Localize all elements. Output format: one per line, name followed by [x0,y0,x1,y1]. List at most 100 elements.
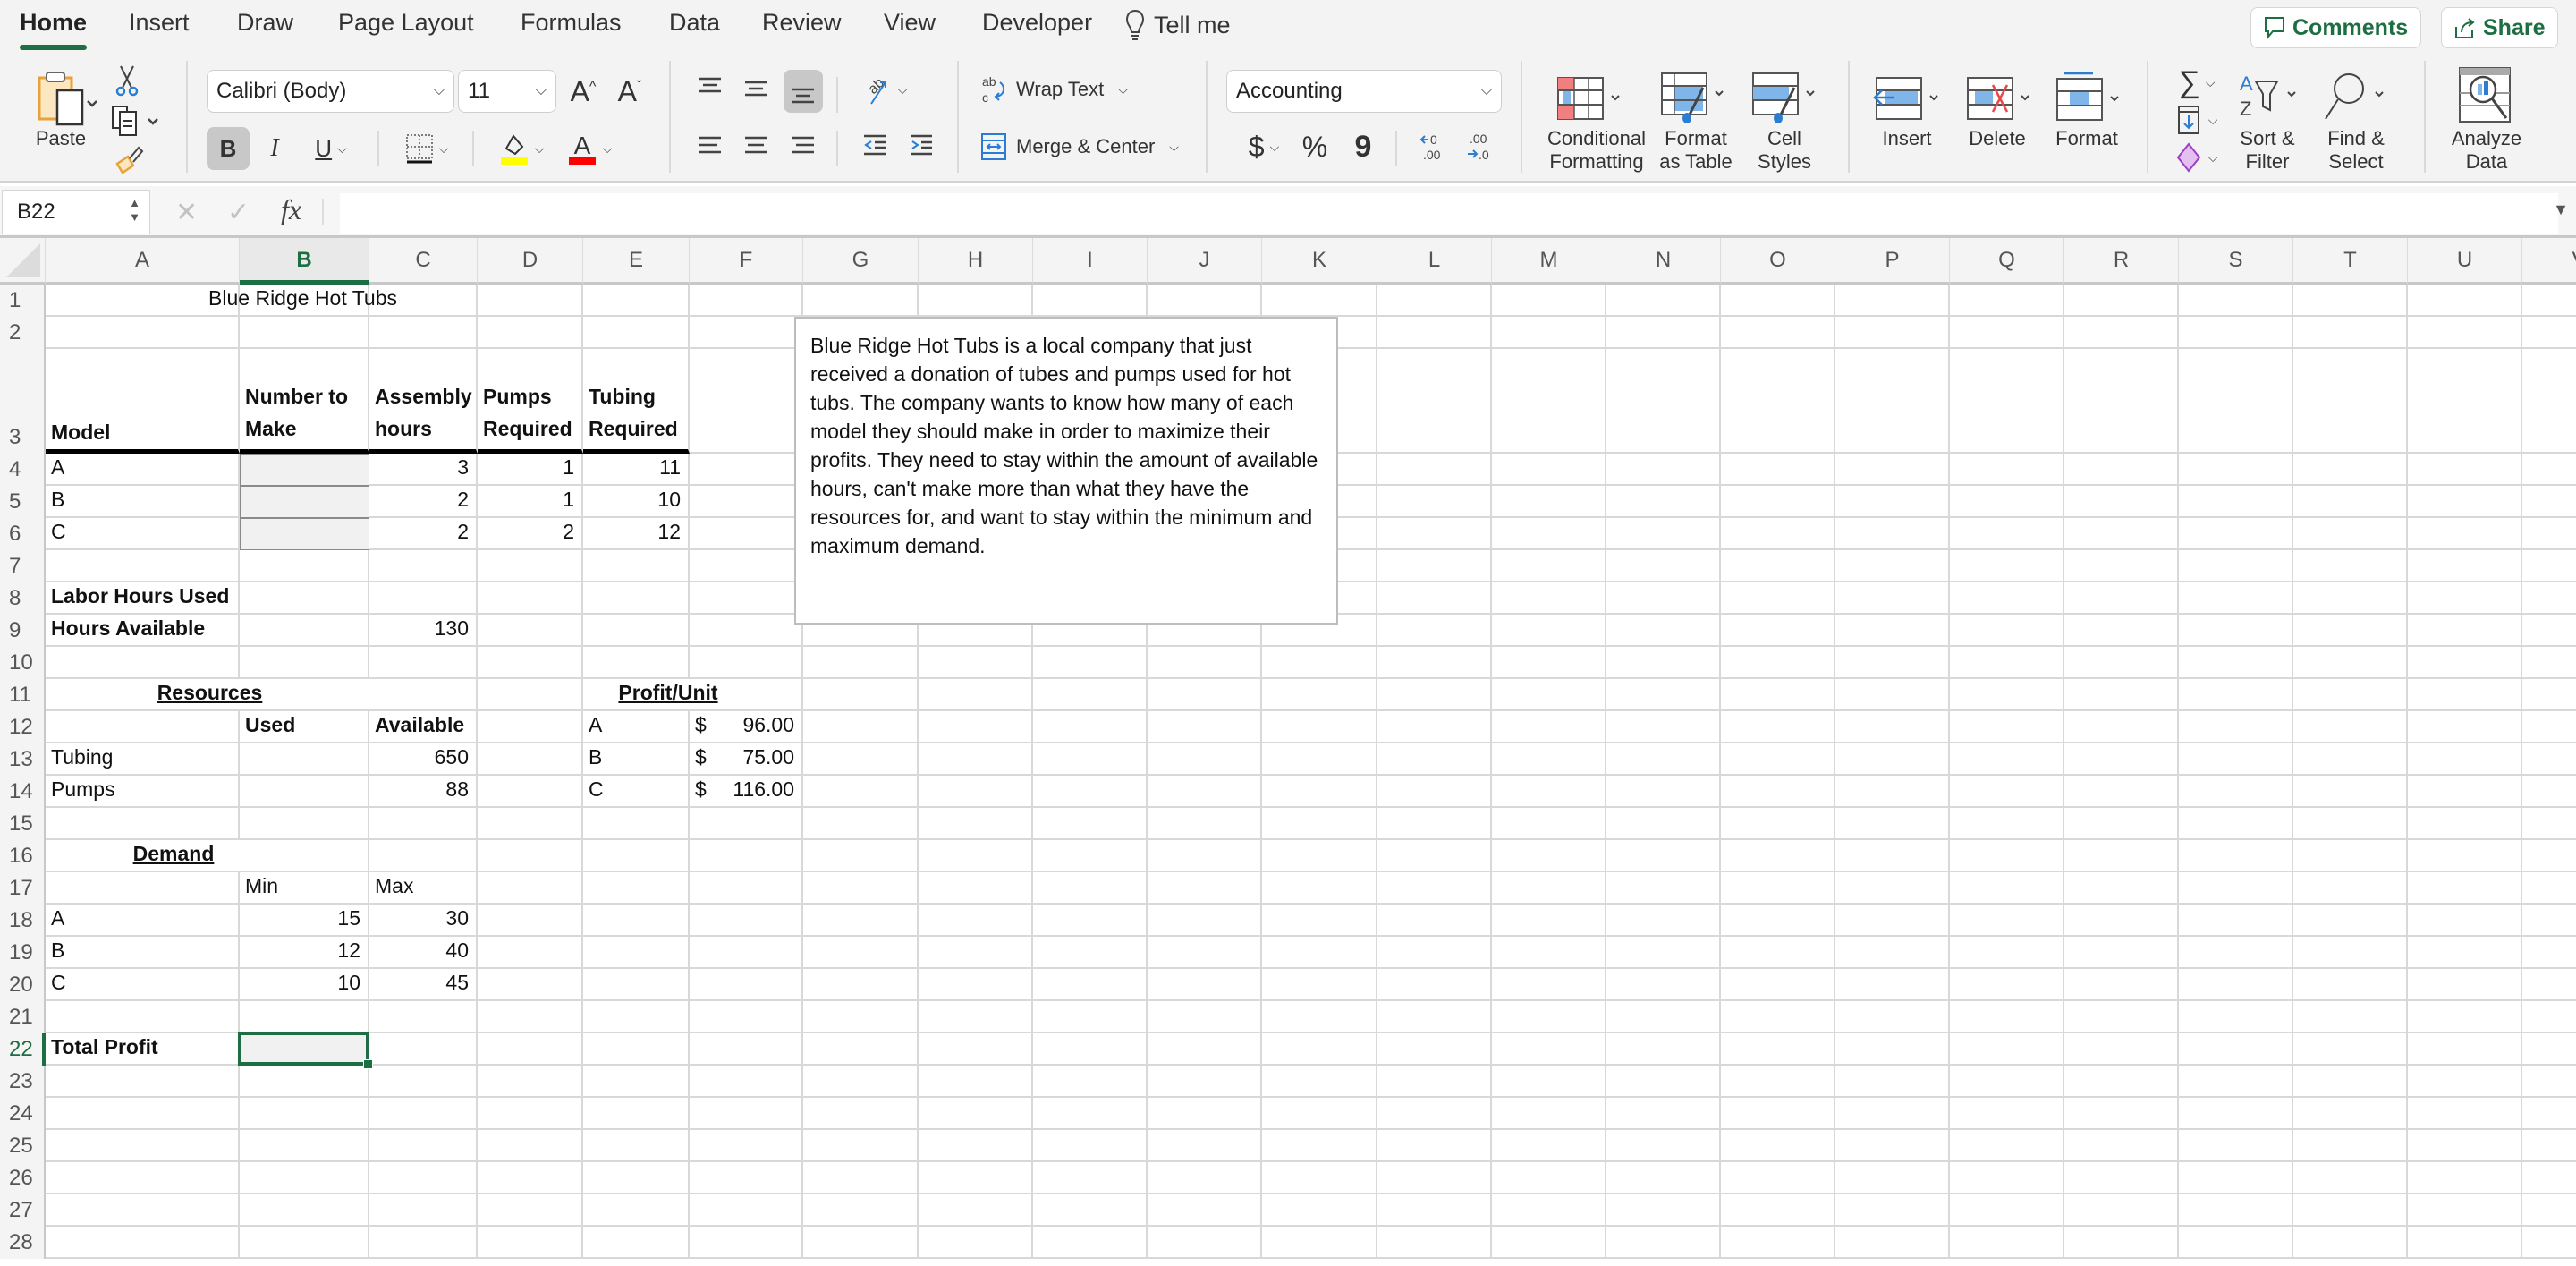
column-header-f[interactable]: F [690,238,803,285]
cell-e24[interactable] [583,1098,690,1130]
pumps-required-cell[interactable]: 2 [478,518,583,550]
cell-r2[interactable] [2064,317,2179,349]
cell-u23[interactable] [2408,1066,2522,1098]
cell-d11[interactable] [478,679,583,711]
cell-g1[interactable] [803,285,919,317]
cell-h22[interactable] [919,1033,1033,1066]
cell-p9[interactable] [1835,615,1950,647]
row-header-10[interactable]: 10 [0,647,46,679]
cell-n5[interactable] [1606,486,1721,518]
align-middle-button[interactable] [738,70,774,106]
cell-g19[interactable] [803,937,919,969]
resource-available-cell[interactable]: 88 [369,776,478,808]
column-header-v[interactable]: V [2522,238,2576,285]
cell-r14[interactable] [2064,776,2179,808]
resource-name-cell[interactable]: Pumps [46,776,240,808]
profit-model-cell[interactable]: B [583,743,690,776]
cell-d23[interactable] [478,1066,583,1098]
cell-v5[interactable] [2522,486,2576,518]
cell-f4[interactable] [690,454,803,486]
column-header-j[interactable]: J [1148,238,1262,285]
cell-h11[interactable] [919,679,1033,711]
cell-b2[interactable] [240,317,369,349]
row-header-9[interactable]: 9 [0,615,46,647]
cell-c21[interactable] [369,1001,478,1033]
cell-l27[interactable] [1377,1194,1492,1227]
cell-q3[interactable] [1950,349,2064,454]
resource-used-cell[interactable] [240,776,369,808]
cell-f9[interactable] [690,615,803,647]
cell-r19[interactable] [2064,937,2179,969]
cell-m20[interactable] [1492,969,1606,1001]
resources-title[interactable]: Resources [46,679,478,711]
cell-o12[interactable] [1721,711,1835,743]
cell-n16[interactable] [1606,840,1721,872]
row-header-18[interactable]: 18 [0,905,46,937]
cell-r8[interactable] [2064,582,2179,615]
resource-available-cell[interactable]: 650 [369,743,478,776]
cell-t22[interactable] [2293,1033,2408,1066]
row-header-8[interactable]: 8 [0,582,46,615]
cell-v17[interactable] [2522,872,2576,905]
cell-d15[interactable] [478,808,583,840]
cell-t24[interactable] [2293,1098,2408,1130]
cell-q21[interactable] [1950,1001,2064,1033]
cell-o14[interactable] [1721,776,1835,808]
cell-u26[interactable] [2408,1162,2522,1194]
header-tubing-required[interactable]: Tubing Required [583,349,690,454]
model-name-cell[interactable]: A [46,454,240,486]
cell-r23[interactable] [2064,1066,2179,1098]
cell-l25[interactable] [1377,1130,1492,1162]
cell-v26[interactable] [2522,1162,2576,1194]
cell-h27[interactable] [919,1194,1033,1227]
cell-m19[interactable] [1492,937,1606,969]
cell-l14[interactable] [1377,776,1492,808]
cell-a17[interactable] [46,872,240,905]
cell-o13[interactable] [1721,743,1835,776]
cell-s20[interactable] [2179,969,2293,1001]
cell-d26[interactable] [478,1162,583,1194]
row-header-27[interactable]: 27 [0,1194,46,1227]
cell-r10[interactable] [2064,647,2179,679]
cell-p23[interactable] [1835,1066,1950,1098]
cut-button[interactable] [111,63,143,98]
cell-o21[interactable] [1721,1001,1835,1033]
cell-m10[interactable] [1492,647,1606,679]
cell-o27[interactable] [1721,1194,1835,1227]
cell-v20[interactable] [2522,969,2576,1001]
header-model[interactable]: Model [46,349,240,454]
cell-t21[interactable] [2293,1001,2408,1033]
sort-filter-button[interactable]: AZ [2234,66,2306,125]
cell-n19[interactable] [1606,937,1721,969]
cell-q17[interactable] [1950,872,2064,905]
cell-b27[interactable] [240,1194,369,1227]
cell-d1[interactable] [478,285,583,317]
cell-j22[interactable] [1148,1033,1262,1066]
cell-a25[interactable] [46,1130,240,1162]
row-header-28[interactable]: 28 [0,1227,46,1259]
cell-g15[interactable] [803,808,919,840]
cell-f18[interactable] [690,905,803,937]
cell-k19[interactable] [1262,937,1377,969]
tubing-required-cell[interactable]: 11 [583,454,690,486]
labor-hours-used-label[interactable]: Labor Hours Used [46,582,240,615]
cell-n11[interactable] [1606,679,1721,711]
cell-p13[interactable] [1835,743,1950,776]
cell-i17[interactable] [1033,872,1148,905]
cell-d27[interactable] [478,1194,583,1227]
active-cell-selection[interactable] [238,1032,373,1069]
cell-o11[interactable] [1721,679,1835,711]
cell-p15[interactable] [1835,808,1950,840]
cell-d2[interactable] [478,317,583,349]
column-header-h[interactable]: H [919,238,1033,285]
cell-b8[interactable] [240,582,369,615]
cell-l15[interactable] [1377,808,1492,840]
column-header-n[interactable]: N [1606,238,1721,285]
cell-g21[interactable] [803,1001,919,1033]
cell-o25[interactable] [1721,1130,1835,1162]
cell-s27[interactable] [2179,1194,2293,1227]
cell-m12[interactable] [1492,711,1606,743]
cell-o28[interactable] [1721,1227,1835,1259]
cell-k22[interactable] [1262,1033,1377,1066]
clear-button[interactable]: ⌵ [2170,140,2224,175]
